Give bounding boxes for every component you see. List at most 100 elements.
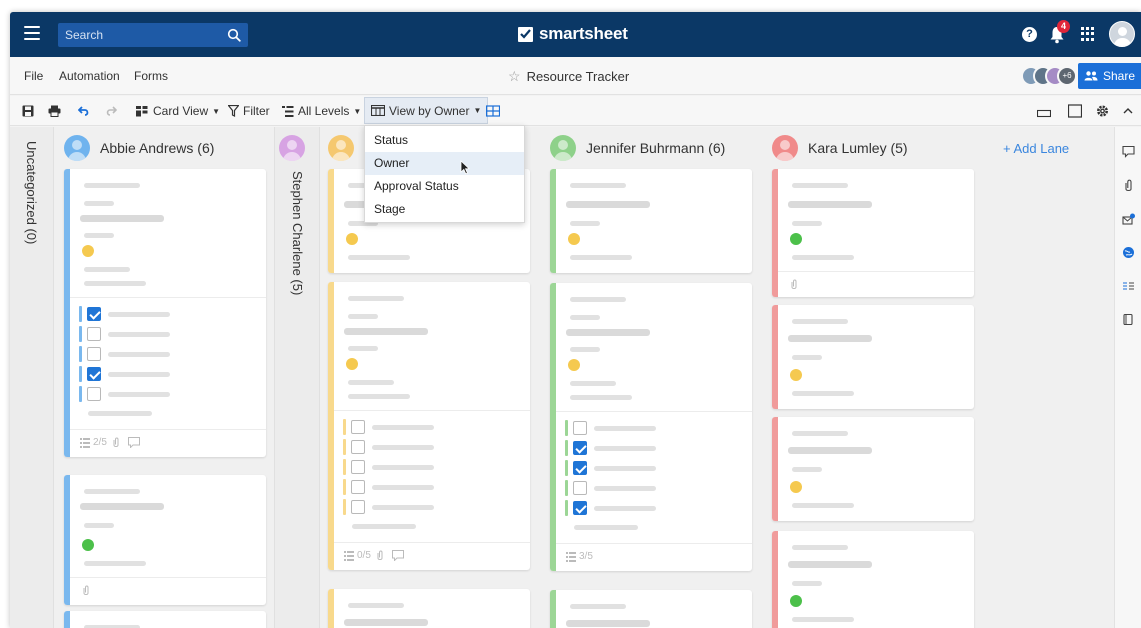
checkbox[interactable] (87, 347, 101, 361)
placeholder-line (792, 581, 822, 586)
update-request-icon[interactable] (1122, 213, 1135, 226)
apps-grid-icon[interactable] (1081, 27, 1095, 41)
checkbox[interactable] (573, 441, 587, 455)
card-stripe (64, 475, 70, 605)
lane-title: Abbie Andrews (6) (100, 140, 215, 156)
comment-icon[interactable] (1122, 145, 1135, 158)
brand-logo[interactable]: smartsheet (518, 24, 628, 44)
filter-button[interactable]: Filter (228, 103, 270, 119)
filter-label: Filter (243, 104, 270, 118)
view-by-owner-button[interactable]: View by Owner ▼ (364, 97, 489, 124)
summary-icon[interactable] (1122, 313, 1135, 326)
columns-icon (371, 105, 385, 116)
notifications-button[interactable]: 4 (1049, 20, 1070, 44)
help-icon[interactable]: ? (1022, 26, 1037, 42)
placeholder-line (570, 183, 626, 188)
placeholder-line (570, 255, 632, 260)
divider (778, 271, 974, 272)
card-board: Uncategorized (0) Abbie Andrews (6) 2/5 … (10, 127, 1114, 628)
checkbox[interactable] (87, 327, 101, 341)
card[interactable] (328, 589, 530, 628)
menu-automation[interactable]: Automation (59, 69, 120, 83)
chevron-up-icon[interactable] (1123, 103, 1133, 119)
checkbox[interactable] (351, 500, 365, 514)
card[interactable] (772, 531, 974, 628)
card-view-button[interactable]: Card View ▼ (136, 103, 220, 119)
sheet-name: Resource Tracker (526, 69, 630, 84)
all-levels-button[interactable]: All Levels ▼ (282, 103, 361, 119)
checkbox[interactable] (573, 421, 587, 435)
placeholder-line (108, 392, 170, 397)
placeholder-line (792, 391, 854, 396)
placeholder-line (372, 465, 434, 470)
undo-icon[interactable] (78, 103, 90, 119)
card[interactable] (772, 417, 974, 521)
expanded-view-icon[interactable] (1068, 103, 1082, 119)
redo-icon[interactable] (105, 103, 117, 119)
favorite-star-icon[interactable]: ☆ (508, 68, 521, 85)
activity-log-icon[interactable] (1122, 279, 1135, 292)
card[interactable]: 3/5 (550, 283, 752, 571)
menu-icon[interactable] (24, 26, 40, 40)
avatar (328, 135, 354, 161)
checkbox[interactable] (351, 440, 365, 454)
card-size-icon[interactable] (486, 103, 500, 119)
checklist-bar (343, 459, 346, 475)
share-button[interactable]: Share (1078, 63, 1141, 89)
save-icon[interactable] (22, 103, 34, 119)
add-lane-button[interactable]: + Add Lane (1003, 141, 1069, 156)
dropdown-option-owner[interactable]: Owner (365, 152, 524, 175)
card[interactable]: 0/5 (328, 282, 530, 570)
card-stripe (64, 169, 70, 457)
collaborator-avatars[interactable]: +6 (1021, 66, 1077, 86)
card[interactable] (64, 611, 266, 628)
lane-stephen-charlene[interactable]: Stephen Charlene (5) (274, 127, 320, 628)
lane-header[interactable] (328, 135, 364, 161)
dropdown-option-approval-status[interactable]: Approval Status (365, 175, 524, 198)
placeholder-line (84, 183, 140, 188)
divider (70, 577, 266, 578)
lane-header[interactable]: Jennifer Buhrmann (6) (550, 135, 725, 161)
checkbox[interactable] (573, 461, 587, 475)
card-stripe (550, 169, 556, 273)
checklist-bar (565, 480, 568, 496)
uncategorized-lane[interactable]: Uncategorized (0) (10, 127, 54, 628)
search-input[interactable] (58, 23, 218, 47)
menu-file[interactable]: File (24, 69, 43, 83)
checklist-count: 3/5 (579, 551, 593, 562)
print-icon[interactable] (48, 103, 61, 119)
checkbox[interactable] (87, 367, 101, 381)
menu-forms[interactable]: Forms (134, 69, 168, 83)
dropdown-option-status[interactable]: Status (365, 129, 524, 152)
placeholder-line (108, 372, 170, 377)
checklist-bar (565, 440, 568, 456)
card[interactable]: 2/5 (64, 169, 266, 457)
attachment-icon[interactable] (1122, 179, 1135, 192)
checkbox[interactable] (87, 307, 101, 321)
checkbox[interactable] (573, 481, 587, 495)
checkbox[interactable] (351, 420, 365, 434)
lane-header[interactable]: Abbie Andrews (6) (64, 135, 214, 161)
lane-header[interactable]: Kara Lumley (5) (772, 135, 908, 161)
checkbox[interactable] (351, 480, 365, 494)
placeholder-line (788, 561, 872, 568)
compact-view-icon[interactable] (1037, 106, 1051, 122)
search-box[interactable] (58, 23, 248, 47)
checkbox[interactable] (87, 387, 101, 401)
checkbox[interactable] (573, 501, 587, 515)
card[interactable] (772, 305, 974, 409)
gear-icon[interactable] (1096, 103, 1109, 119)
publish-icon[interactable] (1122, 246, 1135, 259)
dropdown-option-stage[interactable]: Stage (365, 198, 524, 221)
card-stripe (772, 417, 778, 521)
placeholder-line (88, 411, 152, 416)
placeholder-line (348, 314, 378, 319)
card[interactable] (550, 590, 752, 628)
card[interactable] (550, 169, 752, 273)
user-avatar[interactable] (1109, 21, 1135, 47)
card[interactable] (772, 169, 974, 297)
checkbox[interactable] (351, 460, 365, 474)
card[interactable] (64, 475, 266, 605)
card-view-label: Card View (153, 104, 209, 118)
search-icon[interactable] (227, 28, 241, 42)
